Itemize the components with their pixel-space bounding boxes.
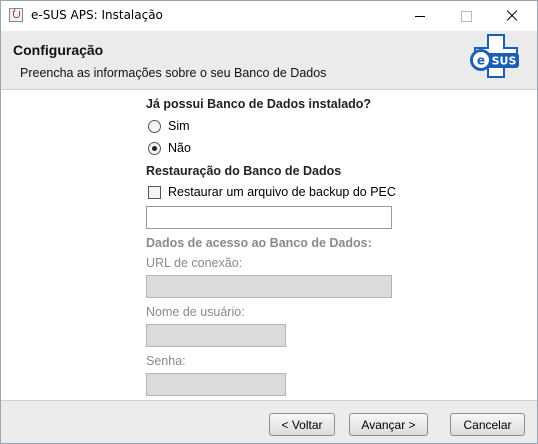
url-input[interactable] xyxy=(146,275,392,298)
config-form: Já possui Banco de Dados instalado? Sim … xyxy=(1,90,537,400)
next-button[interactable]: Avançar > xyxy=(349,413,428,436)
title-bar: e-SUS APS: Instalação xyxy=(1,1,537,31)
minimize-button[interactable] xyxy=(397,1,443,31)
url-label: URL de conexão: xyxy=(146,256,243,270)
maximize-button[interactable] xyxy=(443,1,489,31)
radio-sim-label[interactable]: Sim xyxy=(168,119,190,133)
page-title: Configuração xyxy=(13,42,104,58)
radio-sim[interactable] xyxy=(148,120,161,133)
restore-backup-checkbox[interactable] xyxy=(148,186,161,199)
java-icon xyxy=(9,8,23,22)
password-input[interactable] xyxy=(146,373,286,396)
back-button[interactable]: < Voltar xyxy=(269,413,335,436)
window-title: e-SUS APS: Instalação xyxy=(31,8,163,22)
page-subtitle: Preencha as informações sobre o seu Banc… xyxy=(20,66,327,80)
username-input[interactable] xyxy=(146,324,286,347)
footer-bar: < Voltar Avançar > Cancelar xyxy=(1,400,537,443)
installer-window: e-SUS APS: Instalação Configuração Preen… xyxy=(0,0,538,444)
username-label: Nome de usuário: xyxy=(146,305,245,319)
restore-section-title: Restauração do Banco de Dados xyxy=(146,164,342,178)
close-button[interactable] xyxy=(489,1,535,31)
radio-nao-label[interactable]: Não xyxy=(168,141,191,155)
backup-file-field[interactable] xyxy=(146,206,392,229)
restore-backup-label[interactable]: Restaurar um arquivo de backup do PEC xyxy=(168,185,396,199)
db-installed-question: Já possui Banco de Dados instalado? xyxy=(146,97,372,111)
cancel-button[interactable]: Cancelar xyxy=(450,413,525,436)
svg-text:e: e xyxy=(477,54,485,68)
header-panel: Configuração Preencha as informações sob… xyxy=(1,31,537,90)
password-label: Senha: xyxy=(146,354,186,368)
esus-logo: e e SUS xyxy=(470,34,519,78)
access-section-title: Dados de acesso ao Banco de Dados: xyxy=(146,236,372,250)
radio-nao[interactable] xyxy=(148,142,161,155)
logo-text: SUS xyxy=(492,55,517,68)
